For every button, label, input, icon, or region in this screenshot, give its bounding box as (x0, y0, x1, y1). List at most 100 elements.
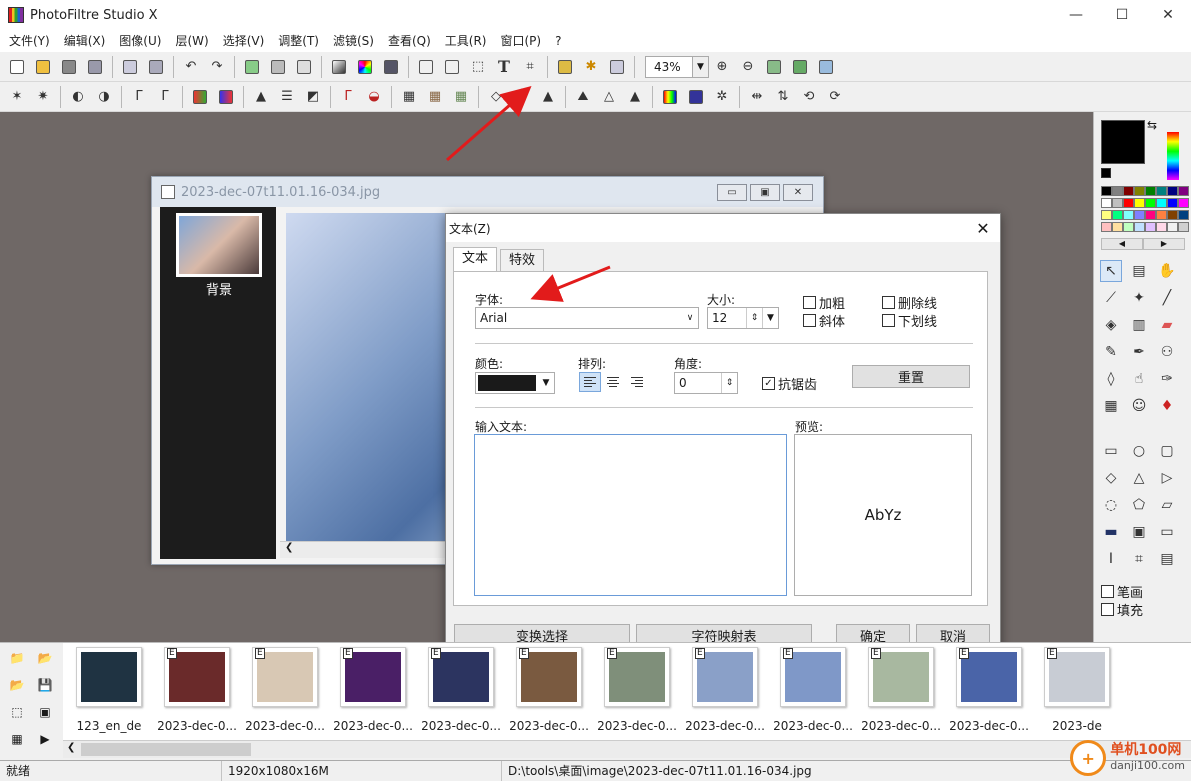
layer-window-icon[interactable]: ▤ (1156, 548, 1178, 570)
eraser-icon[interactable]: ▰ (1156, 314, 1178, 336)
browser-grid-icon[interactable]: ▦ (8, 730, 26, 748)
palette-swatch[interactable] (1101, 198, 1112, 208)
fill-checkbox[interactable]: 填充 (1101, 600, 1143, 619)
palette-swatch[interactable] (1112, 210, 1123, 220)
palette-swatch[interactable] (1101, 186, 1112, 196)
palette-swatch[interactable] (1167, 186, 1178, 196)
eyedropper-icon[interactable]: ⟋ (1100, 287, 1122, 309)
text-cursor-icon[interactable]: Ⅰ (1100, 548, 1122, 570)
histogram-icon[interactable]: ☰ (275, 85, 299, 109)
browser-folder-icon[interactable]: 📂 (36, 649, 54, 667)
font-select[interactable]: Arial ∨ (475, 307, 699, 329)
align-right-icon[interactable] (626, 372, 648, 392)
paste-icon[interactable] (266, 55, 290, 79)
clone-icon[interactable]: ✑ (1156, 368, 1178, 390)
select-invert-icon[interactable]: ▣ (1128, 521, 1150, 543)
doc-close-button[interactable]: ✕ (783, 184, 813, 201)
color-picker[interactable]: ▼ (475, 372, 555, 394)
browser-icon[interactable] (553, 55, 577, 79)
maximize-button[interactable]: ☐ (1099, 0, 1145, 30)
chevron-down-icon[interactable]: ▼ (762, 308, 778, 328)
scroll-left-icon[interactable]: ❮ (67, 742, 75, 753)
soften-icon[interactable]: 💧 (510, 85, 534, 109)
thumbnail-item[interactable] (76, 647, 142, 707)
spin-icon[interactable]: ⇕ (746, 308, 762, 328)
menu-tools[interactable]: 工具(R) (438, 30, 494, 52)
actual-size-icon[interactable] (788, 55, 812, 79)
size-spinner[interactable]: 12 ⇕ ▼ (707, 307, 779, 329)
foreground-color-swatch[interactable] (1101, 120, 1145, 164)
window-icon[interactable] (605, 55, 629, 79)
drop-icon[interactable]: △ (597, 85, 621, 109)
palette-swatch[interactable] (1134, 186, 1145, 196)
saturation-down-icon[interactable] (188, 85, 212, 109)
undo-icon[interactable]: ↶ (179, 55, 203, 79)
levels-icon[interactable]: ▲ (249, 85, 273, 109)
palette-swatch[interactable] (1112, 198, 1123, 208)
thumbnail-item[interactable]: E (868, 647, 934, 707)
palette-swatch[interactable] (1134, 210, 1145, 220)
thumbnail-item[interactable]: E (692, 647, 758, 707)
fit-image-icon[interactable] (762, 55, 786, 79)
line-tool-icon[interactable]: ╱ (1156, 287, 1178, 309)
palette-swatch[interactable] (1145, 186, 1156, 196)
chevron-down-icon[interactable]: ▼ (692, 56, 708, 77)
menu-edit[interactable]: 编辑(X) (57, 30, 113, 52)
swap-colors-icon[interactable]: ⇆ (1147, 118, 1157, 132)
canvas-size-icon[interactable] (440, 55, 464, 79)
thumbnail-item[interactable]: E (428, 647, 494, 707)
palette-swatch[interactable] (1134, 198, 1145, 208)
magic-wand-icon[interactable]: ✦ (1128, 287, 1150, 309)
grayscale-icon[interactable] (327, 55, 351, 79)
fullscreen-icon[interactable] (814, 55, 838, 79)
thumbnail-item[interactable]: E (956, 647, 1022, 707)
tab-effects[interactable]: 特效 (500, 249, 545, 271)
ellipse-shape-icon[interactable]: ○ (1128, 440, 1150, 462)
brightness-up-icon[interactable]: ✷ (31, 85, 55, 109)
palette-swatch[interactable] (1156, 222, 1167, 232)
palette-swatch[interactable] (1167, 210, 1178, 220)
browser-select-icon[interactable]: ⬚ (8, 703, 26, 721)
palette-swatch[interactable] (1101, 222, 1112, 232)
plugin-icon[interactable]: ✱ (579, 55, 603, 79)
palette-swatch[interactable] (1167, 222, 1178, 232)
monitor-icon[interactable] (684, 85, 708, 109)
palette-swatch[interactable] (1156, 186, 1167, 196)
zoom-out-icon[interactable]: ⊖ (736, 55, 760, 79)
auto-contrast-icon[interactable]: ◒ (362, 85, 386, 109)
menu-selection[interactable]: 选择(V) (216, 30, 272, 52)
palette-swatch[interactable] (1156, 198, 1167, 208)
menu-window[interactable]: 窗口(P) (493, 30, 548, 52)
menu-layer[interactable]: 层(W) (168, 30, 215, 52)
portrait-icon[interactable]: ☺ (1128, 395, 1150, 417)
underline-checkbox[interactable]: 下划线 (882, 311, 937, 330)
pen-icon[interactable]: ✒ (1128, 341, 1150, 363)
browser-frame-icon[interactable]: ▣ (36, 703, 54, 721)
brightness-down-icon[interactable]: ✶ (5, 85, 29, 109)
point-icon[interactable]: ▲ (623, 85, 647, 109)
palette-swatch[interactable] (1178, 222, 1189, 232)
thumbnail-scrollbar[interactable]: ❮ (63, 740, 1191, 758)
open-folder-icon[interactable] (31, 55, 55, 79)
open-shape-icon[interactable]: ▱ (1156, 494, 1178, 516)
rounded-rect-shape-icon[interactable]: ▢ (1156, 440, 1178, 462)
menu-file[interactable]: 文件(Y) (2, 30, 57, 52)
crop-icon[interactable]: ⬚ (466, 55, 490, 79)
doc-maximize-button[interactable]: ▣ (750, 184, 780, 201)
reset-colors-icon[interactable] (1101, 168, 1111, 178)
menu-view[interactable]: 查看(Q) (381, 30, 438, 52)
zoom-in-icon[interactable]: ⊕ (710, 55, 734, 79)
palette-swatch[interactable] (1145, 198, 1156, 208)
palette-swatch[interactable] (1123, 186, 1134, 196)
menu-filter[interactable]: 滤镜(S) (326, 30, 381, 52)
strawberry-icon[interactable]: ♦ (1156, 395, 1178, 417)
copy-icon[interactable] (240, 55, 264, 79)
chevron-down-icon[interactable]: ▼ (538, 373, 554, 393)
palette-next-button[interactable]: ▶ (1143, 238, 1185, 250)
lasso-icon[interactable]: ◌ (1100, 494, 1122, 516)
palette-swatch[interactable] (1112, 186, 1123, 196)
color-spectrum[interactable] (1167, 132, 1179, 180)
scroll-thumb[interactable] (81, 743, 251, 756)
grid-filter-3-icon[interactable]: ▦ (449, 85, 473, 109)
scan-icon[interactable] (144, 55, 168, 79)
